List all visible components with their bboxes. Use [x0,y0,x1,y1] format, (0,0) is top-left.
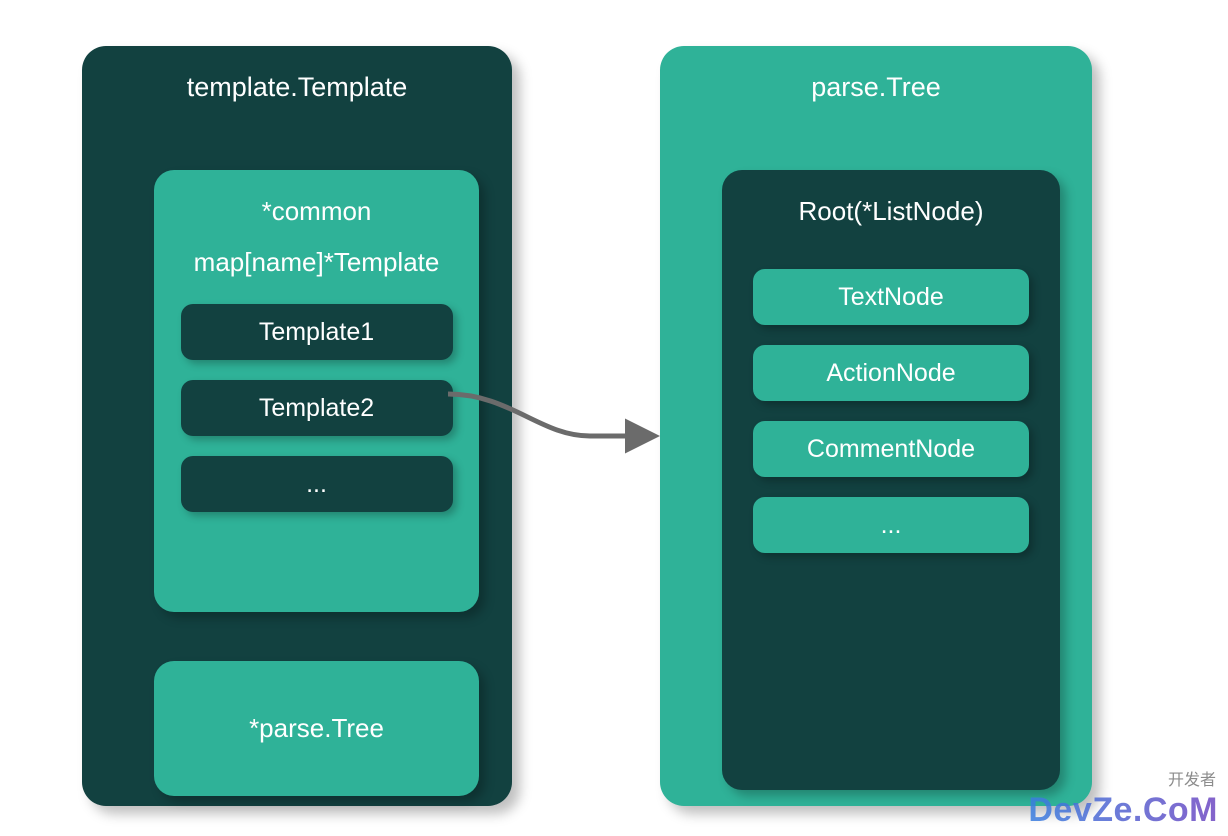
parse-tree-panel: *parse.Tree [154,661,479,796]
node-list: TextNode ActionNode CommentNode ... [722,243,1060,553]
template-item: Template1 [181,304,453,360]
map-label: map[name]*Template [154,243,479,296]
parse-tree-box: parse.Tree Root(*ListNode) TextNode Acti… [660,46,1092,806]
node-item: CommentNode [753,421,1029,477]
common-panel: *common map[name]*Template Template1 Tem… [154,170,479,612]
parse-tree-title: parse.Tree [660,46,1092,113]
root-panel: Root(*ListNode) TextNode ActionNode Comm… [722,170,1060,790]
template-list: Template1 Template2 ... [154,296,479,512]
parse-tree-label: *parse.Tree [249,713,384,744]
arrow-icon [440,388,666,448]
node-item: TextNode [753,269,1029,325]
root-header: Root(*ListNode) [722,170,1060,243]
common-header: *common [154,170,479,243]
template-template-title: template.Template [82,46,512,113]
template-item: ... [181,456,453,512]
node-item: ... [753,497,1029,553]
node-item: ActionNode [753,345,1029,401]
diagram-container: template.Template *common map[name]*Temp… [0,0,1228,836]
watermark-brand: DevZe.CoM [1028,791,1218,830]
watermark-cn: 开发者 [1168,766,1216,790]
template-item: Template2 [181,380,453,436]
